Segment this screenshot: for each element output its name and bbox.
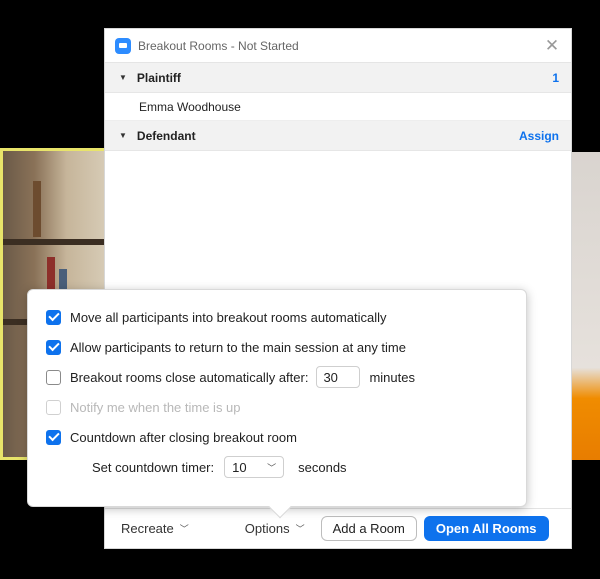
option-label: Notify me when the time is up — [70, 399, 241, 415]
window-title: Breakout Rooms - Not Started — [138, 38, 299, 53]
countdown-timer-label: Set countdown timer: — [92, 459, 215, 475]
participant-name: Emma Woodhouse — [139, 99, 241, 114]
caret-down-icon[interactable]: ▼ — [119, 131, 127, 140]
recreate-button[interactable]: Recreate ﹀ — [121, 521, 189, 536]
assign-link[interactable]: Assign — [519, 129, 559, 143]
room-name: Plaintiff — [136, 70, 181, 85]
option-label: Move all participants into breakout room… — [70, 309, 387, 325]
caret-down-icon[interactable]: ▼ — [119, 73, 127, 82]
options-popover: Move all participants into breakout room… — [27, 289, 527, 519]
video-book — [33, 181, 41, 237]
countdown-checkbox[interactable] — [46, 429, 61, 445]
room-participant-count: 1 — [552, 70, 559, 85]
move-auto-checkbox[interactable] — [46, 309, 61, 325]
room-row-defendant[interactable]: ▼ Defendant Assign — [105, 121, 571, 151]
chevron-down-icon: ﹀ — [295, 524, 305, 534]
seconds-unit-label: seconds — [298, 459, 347, 475]
minutes-unit-label: minutes — [369, 369, 415, 385]
open-all-rooms-button[interactable]: Open All Rooms — [423, 516, 549, 541]
window-footer: Recreate ﹀ Options ﹀ Add a Room Open All… — [105, 508, 571, 548]
option-label: Allow participants to return to the main… — [70, 339, 406, 355]
option-allow-return[interactable]: Allow participants to return to the main… — [46, 332, 526, 362]
title-bar: Breakout Rooms - Not Started ✕ — [105, 29, 571, 63]
add-room-button[interactable]: Add a Room — [320, 516, 417, 541]
allow-return-checkbox[interactable] — [46, 339, 61, 355]
option-label: Breakout rooms close automatically after… — [70, 369, 309, 385]
option-label: Countdown after closing breakout room — [70, 429, 297, 445]
options-label: Options — [244, 521, 290, 536]
close-icon[interactable]: ✕ — [543, 36, 561, 56]
countdown-timer-select[interactable]: 10 ﹀ — [224, 456, 285, 478]
option-countdown-timer: Set countdown timer: 10 ﹀ seconds — [46, 452, 526, 482]
room-name: Defendant — [136, 128, 196, 143]
recreate-label: Recreate — [121, 521, 174, 536]
room-row-plaintiff[interactable]: ▼ Plaintiff 1 — [105, 63, 571, 93]
countdown-timer-value: 10 — [232, 459, 247, 475]
options-button[interactable]: Options ﹀ — [245, 521, 305, 536]
chevron-down-icon: ﹀ — [179, 524, 189, 534]
chevron-down-icon: ﹀ — [267, 462, 277, 473]
option-countdown[interactable]: Countdown after closing breakout room — [46, 422, 526, 452]
notify-checkbox — [46, 399, 61, 415]
video-shelf — [3, 239, 109, 245]
auto-close-checkbox[interactable] — [46, 369, 61, 385]
option-auto-close[interactable]: Breakout rooms close automatically after… — [46, 362, 526, 392]
participant-item[interactable]: Emma Woodhouse — [105, 93, 571, 121]
zoom-camera-icon — [115, 37, 131, 54]
option-notify: Notify me when the time is up — [46, 392, 526, 422]
auto-close-minutes-input[interactable] — [316, 366, 361, 388]
option-move-auto[interactable]: Move all participants into breakout room… — [46, 302, 526, 332]
